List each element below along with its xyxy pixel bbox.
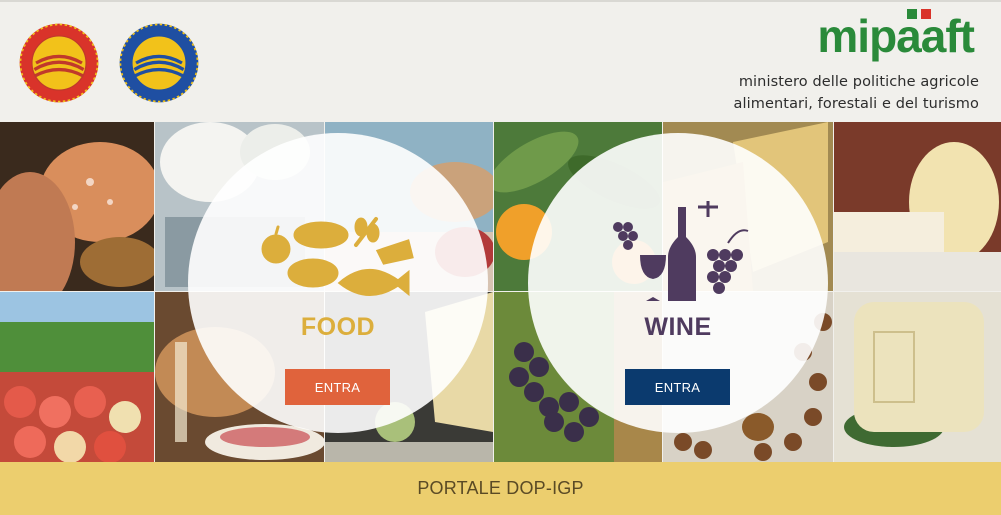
- wine-title: WINE: [644, 313, 712, 341]
- portal-title: PORTALE DOP-IGP: [417, 478, 584, 498]
- food-title: FOOD: [300, 313, 376, 341]
- food-card[interactable]: FOOD ENTRA: [188, 133, 488, 433]
- food-enter-button[interactable]: ENTRA: [285, 369, 390, 405]
- photo-mosaic: [0, 122, 1001, 462]
- wine-enter-button[interactable]: ENTRA: [625, 369, 730, 405]
- footer-bar[interactable]: PORTALE DOP-IGP: [0, 462, 1001, 515]
- brand-line-1: ministero delle politiche agricole: [738, 74, 979, 90]
- wine-icon: [613, 201, 749, 301]
- igp-seal-icon: [119, 23, 199, 103]
- mipaaft-logo: mipaaft: [817, 9, 976, 62]
- ministry-brand[interactable]: mipaaft ministero delle politiche agrico…: [734, 8, 979, 120]
- cured-meats-photo: [0, 122, 154, 291]
- brand-line-2: alimentari, forestali e del turismo: [733, 96, 979, 112]
- provolone-photo: [834, 122, 1001, 291]
- pecorino-photo: [834, 292, 1001, 462]
- food-icon: [261, 217, 414, 297]
- header: mipaaft ministero delle politiche agrico…: [0, 0, 1001, 122]
- wine-card[interactable]: WINE ENTRA: [528, 133, 828, 433]
- apples-photo: [0, 292, 154, 462]
- dop-seal-icon: [19, 23, 99, 103]
- svg-text:mipaaft: mipaaft: [817, 10, 974, 62]
